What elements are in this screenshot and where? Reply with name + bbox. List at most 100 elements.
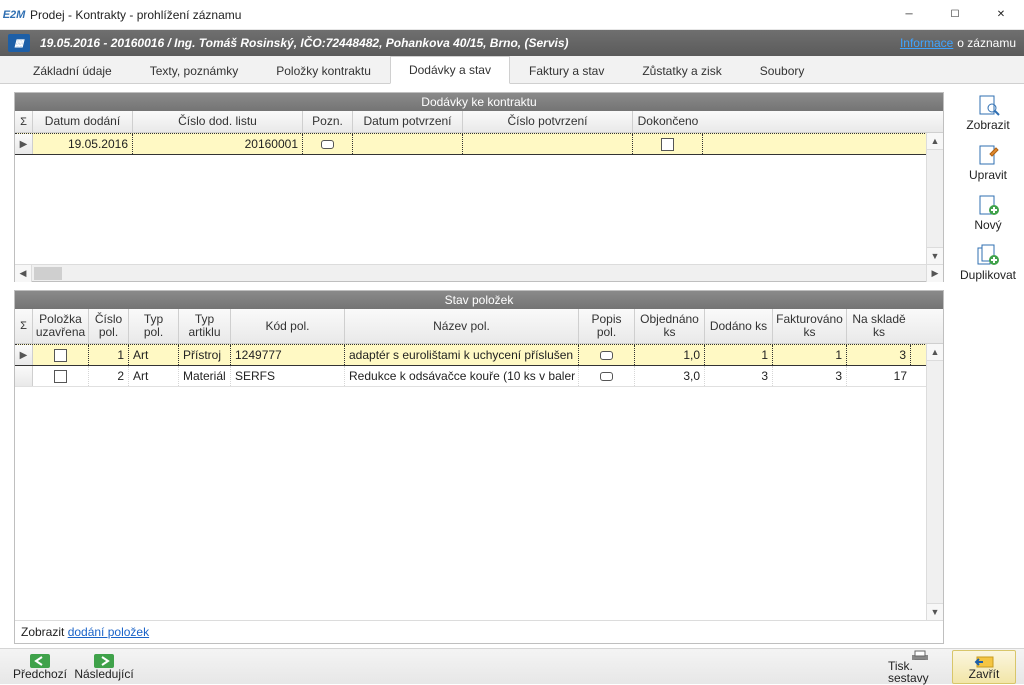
app-icon: E2M [0, 9, 28, 21]
col2-polno[interactable]: Číslo pol. [89, 309, 129, 343]
cell-date: 19.05.2016 [33, 134, 133, 154]
tabstrip: Základní údaje Texty, poznámky Položky k… [0, 56, 1024, 84]
deliveries-header-row: Σ Datum dodání Číslo dod. listu Pozn. Da… [15, 111, 943, 133]
record-icon: ▦ [8, 34, 30, 52]
cell2-kod: 1249777 [231, 345, 345, 365]
cell2-typpol: Art [129, 366, 179, 386]
scroll-right-icon[interactable]: ▶ [926, 265, 943, 282]
tab-basic[interactable]: Základní údaje [14, 57, 131, 84]
close-button[interactable]: Zavřít [952, 650, 1016, 684]
duplicate-button[interactable]: Duplikovat [958, 244, 1018, 282]
tab-delivery[interactable]: Dodávky a stav [390, 56, 510, 84]
cell2-typart: Přístroj [179, 345, 231, 365]
prev-button[interactable]: Předchozí [8, 650, 72, 684]
items-footer: Zobrazit dodání položek [15, 620, 943, 643]
deliveries-hscroll[interactable]: ◀ ▶ [15, 264, 943, 281]
col-date[interactable]: Datum dodání [33, 111, 133, 132]
show-button[interactable]: Zobrazit [958, 94, 1018, 132]
bottom-toolbar: Předchozí Následující Tisk. sestavy Zavř… [0, 648, 1024, 684]
item-row[interactable]: 2 Art Materiál SERFS Redukce k odsávačce… [15, 366, 943, 387]
col-done[interactable]: Dokončeno [633, 111, 703, 132]
done-checkbox[interactable] [661, 138, 674, 151]
footer-link[interactable]: dodání položek [68, 625, 149, 639]
cell2-obj: 3,0 [635, 366, 705, 386]
popis-indicator [600, 372, 613, 381]
items-title: Stav položek [15, 291, 943, 309]
tab-invoices[interactable]: Faktury a stav [510, 57, 623, 84]
cell2-nask: 17 [847, 366, 911, 386]
hscroll-thumb[interactable] [34, 267, 62, 280]
cell2-closed [33, 366, 89, 386]
print-button[interactable]: Tisk. sestavy [888, 650, 952, 684]
col-confirm-num[interactable]: Číslo potvrzení [463, 111, 633, 132]
closed-checkbox[interactable] [54, 349, 67, 362]
titlebar: E2M Prodej - Kontrakty - prohlížení zázn… [0, 0, 1024, 30]
duplicate-label: Duplikovat [960, 268, 1016, 282]
scroll-up-icon[interactable]: ▲ [927, 344, 943, 361]
note-indicator [321, 140, 334, 149]
col2-typpol[interactable]: Typ pol. [129, 309, 179, 343]
next-button[interactable]: Následující [72, 650, 136, 684]
col-sigma[interactable]: Σ [15, 111, 33, 132]
deliveries-vscroll[interactable]: ▲ ▼ [926, 133, 943, 264]
scroll-down-icon[interactable]: ▼ [927, 247, 943, 264]
col2-typart[interactable]: Typ artiklu [179, 309, 231, 343]
cell2-popis [579, 366, 635, 386]
closed-checkbox[interactable] [54, 370, 67, 383]
tab-files[interactable]: Soubory [741, 57, 824, 84]
scroll-up-icon[interactable]: ▲ [927, 133, 943, 150]
col2-closed[interactable]: Položka uzavřena [33, 309, 89, 343]
cell-num: 20160001 [133, 134, 303, 154]
document-new-icon [976, 194, 1000, 216]
item-row[interactable]: ▶ 1 Art Přístroj 1249777 adaptér s eurol… [15, 344, 943, 366]
col2-sigma[interactable]: Σ [15, 309, 33, 343]
record-header: ▦ 19.05.2016 - 20160016 / Ing. Tomáš Ros… [0, 30, 1024, 56]
window-title: Prodej - Kontrakty - prohlížení záznamu [28, 8, 886, 22]
arrow-right-icon [94, 654, 114, 668]
cell2-polno: 2 [89, 366, 129, 386]
col-confirm-date[interactable]: Datum potvrzení [353, 111, 463, 132]
record-header-text: 19.05.2016 - 20160016 / Ing. Tomáš Rosin… [40, 36, 569, 50]
col2-dod[interactable]: Dodáno ks [705, 309, 773, 343]
col2-popis[interactable]: Popis pol. [579, 309, 635, 343]
cell-confirm-date [353, 134, 463, 154]
cell2-polno: 1 [89, 345, 129, 365]
tab-items[interactable]: Položky kontraktu [257, 57, 390, 84]
cell2-dod: 1 [705, 345, 773, 365]
arrow-left-icon [30, 654, 50, 668]
row-indicator-icon: ▶ [15, 134, 33, 154]
new-button[interactable]: Nový [958, 194, 1018, 232]
row-indicator-icon: ▶ [15, 345, 33, 365]
tab-balance[interactable]: Zůstatky a zisk [623, 57, 740, 84]
maximize-button[interactable]: ☐ [932, 0, 978, 30]
edit-button[interactable]: Upravit [958, 144, 1018, 182]
items-vscroll[interactable]: ▲ ▼ [926, 344, 943, 620]
delivery-row[interactable]: ▶ 19.05.2016 20160001 [15, 133, 943, 155]
record-info-suffix: o záznamu [957, 36, 1016, 50]
cell-note [303, 134, 353, 154]
close-window-button[interactable]: ✕ [978, 0, 1024, 30]
show-label: Zobrazit [966, 118, 1009, 132]
col2-obj[interactable]: Objednáno ks [635, 309, 705, 343]
cell2-typpol: Art [129, 345, 179, 365]
scroll-left-icon[interactable]: ◀ [15, 265, 32, 282]
col2-kod[interactable]: Kód pol. [231, 309, 345, 343]
cell2-kod: SERFS [231, 366, 345, 386]
cell-confirm-num [463, 134, 633, 154]
col-num[interactable]: Číslo dod. listu [133, 111, 303, 132]
col-note[interactable]: Pozn. [303, 111, 353, 132]
cell2-closed [33, 345, 89, 365]
col2-fakt[interactable]: Fakturováno ks [773, 309, 847, 343]
edit-label: Upravit [969, 168, 1007, 182]
scroll-down-icon[interactable]: ▼ [927, 603, 943, 620]
col2-name[interactable]: Název pol. [345, 309, 579, 343]
cell2-name: Redukce k odsávačce kouře (10 ks v baler [345, 366, 579, 386]
cell2-typart: Materiál [179, 366, 231, 386]
record-info-link[interactable]: Informace [900, 36, 953, 50]
tab-texts[interactable]: Texty, poznámky [131, 57, 257, 84]
side-toolbar: Zobrazit Upravit Nový Duplikovat [952, 84, 1024, 648]
next-label: Následující [74, 668, 133, 680]
footer-prefix: Zobrazit [21, 625, 68, 639]
col2-nask[interactable]: Na skladě ks [847, 309, 911, 343]
minimize-button[interactable]: ─ [886, 0, 932, 30]
